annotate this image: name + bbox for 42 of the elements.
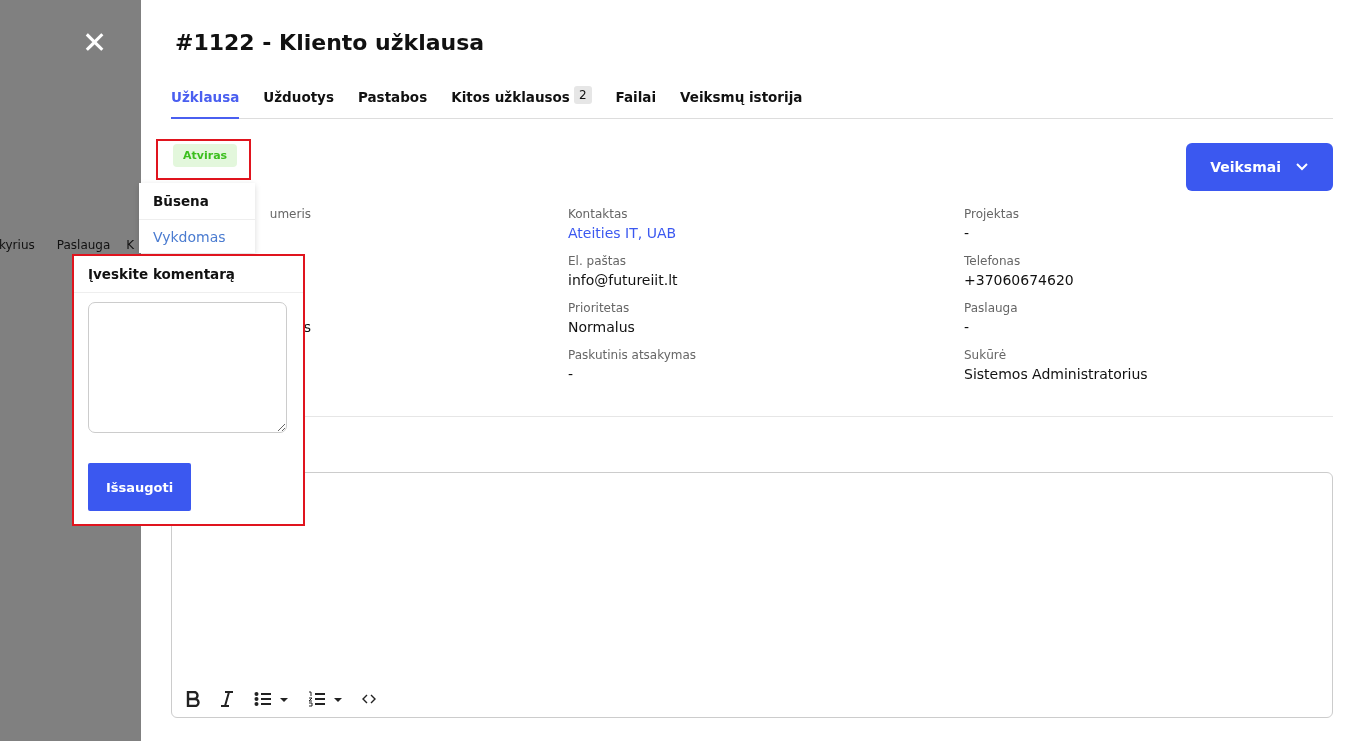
field-label: El. paštas — [568, 254, 628, 270]
field-label: umeris — [268, 207, 311, 223]
field-label: Telefonas — [964, 254, 1022, 270]
tab[interactable]: Kitos užklausos 2 — [451, 84, 592, 117]
menu-title: Būsena — [139, 183, 255, 220]
bold-icon[interactable] — [186, 691, 200, 707]
tab[interactable]: Veiksmų istorija — [680, 84, 803, 117]
code-icon[interactable] — [362, 694, 376, 704]
close-button[interactable]: ✕ — [82, 24, 108, 62]
tab[interactable]: Pastabos — [357, 84, 428, 117]
bullet-list-icon[interactable] — [254, 691, 288, 707]
field-label: Paslauga — [964, 301, 1019, 317]
field-label: Kontaktas — [568, 207, 629, 223]
save-button[interactable]: Išsaugoti — [88, 463, 191, 511]
tab[interactable]: Užklausa — [171, 84, 240, 119]
field-label: Projektas — [964, 207, 1020, 223]
chevron-icon — [1295, 162, 1309, 172]
count-badge: 2 — [573, 86, 592, 104]
tab[interactable]: Failai — [615, 84, 657, 117]
menu-item[interactable]: Vykdomas — [139, 220, 255, 254]
numbered-list-icon[interactable] — [308, 691, 342, 707]
field-label: Prioritetas — [568, 301, 631, 317]
field-value: info@futureiit.lt — [568, 272, 679, 290]
field-value: - — [964, 225, 971, 243]
field-value: - — [964, 319, 971, 337]
field-value: +37060674620 — [964, 272, 1075, 290]
italic-icon[interactable] — [220, 691, 234, 707]
contact-link[interactable]: Ateities IT, UAB — [568, 225, 964, 245]
field-value: Normalus — [568, 319, 636, 337]
field-value: s — [302, 319, 311, 337]
page-title: #1122 - Kliento užklausa — [175, 29, 486, 57]
field-value: Sistemos Administratorius — [964, 366, 1149, 384]
background-tab-label: Paslauga — [56, 238, 111, 252]
field-value: - — [568, 366, 575, 384]
popup-title: Įveskite komentarą — [74, 256, 303, 293]
field-label: Paskutinis atsakymas — [568, 348, 698, 364]
actions-button[interactable]: Veiksmai — [1186, 143, 1333, 191]
tab[interactable]: Užduotys — [263, 84, 334, 117]
comment-field[interactable] — [88, 302, 287, 433]
background-tab-label: kyrius — [0, 238, 35, 252]
background-tab-label: K — [126, 238, 135, 252]
field-label: Sukūrė — [964, 348, 1008, 364]
